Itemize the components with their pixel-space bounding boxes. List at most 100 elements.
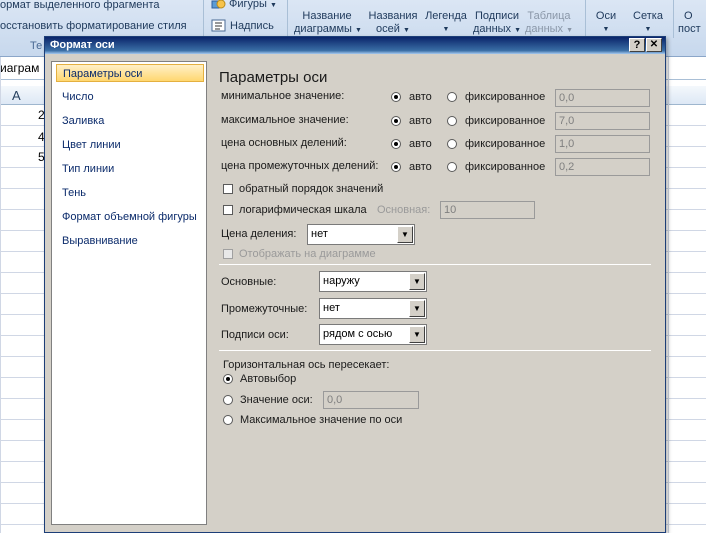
legend-button[interactable]: Легенда ▼ bbox=[423, 10, 469, 36]
dropdown-arrow-icon: ▼ bbox=[644, 26, 652, 33]
reset-style-button[interactable]: осстановить форматирование стиля bbox=[0, 20, 187, 32]
reverse-order-label: обратный порядок значений bbox=[239, 183, 384, 195]
nav-item-axis-options[interactable]: Параметры оси bbox=[56, 64, 204, 82]
minor-unit-auto-label: авто bbox=[409, 161, 432, 173]
max-fixed-radio[interactable] bbox=[447, 116, 457, 126]
column-header-a[interactable]: A bbox=[12, 88, 21, 103]
divider bbox=[219, 264, 651, 265]
nav-item-3d-format[interactable]: Формат объемной фигуры bbox=[56, 208, 204, 226]
max-value-label: максимальное значение: bbox=[221, 114, 349, 126]
nav-item-line-style[interactable]: Тип линии bbox=[56, 160, 204, 178]
chart-title-label-1: Название bbox=[302, 10, 352, 22]
max-auto-radio[interactable] bbox=[391, 116, 401, 126]
dialog-body: Параметры оси Число Заливка Цвет линии Т… bbox=[45, 54, 665, 532]
minor-unit-field[interactable]: 0,2 bbox=[555, 158, 650, 176]
nav-item-shadow[interactable]: Тень bbox=[56, 184, 204, 202]
ribbon-separator bbox=[673, 0, 674, 38]
minor-unit-fixed-radio[interactable] bbox=[447, 162, 457, 172]
log-base-field[interactable]: 10 bbox=[440, 201, 535, 219]
chart-title-button[interactable]: Название диаграммы ▼ bbox=[294, 10, 362, 37]
data-table-button[interactable]: Таблица данных ▼ bbox=[524, 10, 574, 37]
data-labels-button[interactable]: Подписи данных ▼ bbox=[471, 10, 523, 37]
minor-unit-label: цена промежуточных делений: bbox=[221, 160, 379, 172]
axis-titles-button[interactable]: Названия осей ▼ bbox=[364, 10, 422, 37]
data-labels-label-1: Подписи bbox=[475, 10, 519, 22]
reverse-order-checkbox[interactable] bbox=[223, 184, 233, 194]
nav-item-number[interactable]: Число bbox=[56, 88, 204, 106]
textbox-button[interactable]: Надпись bbox=[230, 20, 274, 32]
textbox-icon bbox=[211, 19, 226, 32]
axis-labels-select[interactable]: рядом с осью ▼ bbox=[319, 324, 427, 345]
major-unit-auto-radio[interactable] bbox=[391, 139, 401, 149]
chevron-down-icon[interactable]: ▼ bbox=[397, 226, 413, 243]
major-unit-fixed-radio[interactable] bbox=[447, 139, 457, 149]
axes-button[interactable]: Оси ▼ bbox=[590, 10, 622, 36]
min-auto-radio[interactable] bbox=[391, 92, 401, 102]
dialog-title: Формат оси bbox=[50, 39, 115, 51]
ribbon-separator bbox=[287, 0, 288, 38]
chevron-down-icon[interactable]: ▼ bbox=[409, 300, 425, 317]
panel-title: Параметры оси bbox=[219, 69, 328, 86]
axis-options-panel: Параметры оси минимальное значение: авто… bbox=[215, 61, 659, 525]
crosses-auto-radio[interactable] bbox=[223, 374, 233, 384]
dropdown-arrow-icon: ▼ bbox=[269, 2, 277, 9]
min-fixed-radio[interactable] bbox=[447, 92, 457, 102]
log-scale-checkbox[interactable] bbox=[223, 205, 233, 215]
legend-label: Легенда bbox=[425, 10, 467, 22]
axes-label: Оси bbox=[595, 10, 617, 22]
axis-labels-label: Подписи оси: bbox=[221, 329, 289, 341]
crosses-value-field[interactable]: 0,0 bbox=[323, 391, 419, 409]
major-tick-label: Основные: bbox=[221, 276, 277, 288]
nav-item-fill[interactable]: Заливка bbox=[56, 112, 204, 130]
dropdown-arrow-icon: ▼ bbox=[566, 27, 574, 34]
format-axis-dialog: Формат оси ? ✕ Параметры оси Число Залив… bbox=[44, 36, 666, 533]
max-fixed-label: фиксированное bbox=[465, 115, 546, 127]
dropdown-arrow-icon: ▼ bbox=[355, 27, 362, 34]
dropdown-arrow-icon: ▼ bbox=[602, 26, 610, 33]
format-selection-button[interactable]: ормат выделенного фрагмента bbox=[0, 0, 160, 11]
min-value-field[interactable]: 0,0 bbox=[555, 89, 650, 107]
name-box[interactable]: иаграм bbox=[0, 61, 39, 75]
display-units-select[interactable]: нет ▼ bbox=[307, 224, 415, 245]
major-unit-auto-label: авто bbox=[409, 138, 432, 150]
help-button[interactable]: ? bbox=[629, 38, 645, 52]
minor-tick-select[interactable]: нет ▼ bbox=[319, 298, 427, 319]
min-auto-label: авто bbox=[409, 91, 432, 103]
minor-unit-auto-radio[interactable] bbox=[391, 162, 401, 172]
major-unit-field[interactable]: 1,0 bbox=[555, 135, 650, 153]
chevron-down-icon[interactable]: ▼ bbox=[409, 273, 425, 290]
plot-area-label-1: О bbox=[684, 10, 693, 22]
log-base-label: Основная: bbox=[377, 204, 431, 216]
show-on-chart-checkbox[interactable] bbox=[223, 249, 233, 259]
data-labels-label-2: данных bbox=[472, 23, 512, 35]
data-table-label-1: Таблица bbox=[527, 10, 571, 22]
plot-area-label-2: пост bbox=[678, 23, 701, 35]
major-tick-select[interactable]: наружу ▼ bbox=[319, 271, 427, 292]
log-scale-label: логарифмическая шкала bbox=[239, 204, 367, 216]
minor-tick-value: нет bbox=[323, 302, 340, 314]
max-value-field[interactable]: 7,0 bbox=[555, 112, 650, 130]
display-units-value: нет bbox=[311, 228, 328, 240]
crosses-max-radio[interactable] bbox=[223, 415, 233, 425]
chevron-down-icon[interactable]: ▼ bbox=[409, 326, 425, 343]
close-button[interactable]: ✕ bbox=[646, 38, 662, 52]
chart-title-label-2: диаграммы bbox=[294, 23, 352, 35]
dialog-titlebar[interactable]: Формат оси ? ✕ bbox=[45, 37, 665, 54]
major-unit-label: цена основных делений: bbox=[221, 137, 347, 149]
gridlines-label: Сетка bbox=[633, 10, 663, 22]
dropdown-arrow-icon: ▼ bbox=[403, 27, 410, 34]
nav-item-line-color[interactable]: Цвет линии bbox=[56, 136, 204, 154]
crosses-value-radio[interactable] bbox=[223, 395, 233, 405]
dropdown-arrow-icon: ▼ bbox=[442, 26, 450, 33]
gridlines-button[interactable]: Сетка ▼ bbox=[628, 10, 668, 36]
dropdown-arrow-icon: ▼ bbox=[514, 27, 522, 34]
nav-item-alignment[interactable]: Выравнивание bbox=[56, 232, 204, 250]
shapes-button[interactable]: Фигуры ▼ bbox=[229, 0, 277, 10]
crosses-label: Горизонтальная ось пересекает: bbox=[223, 359, 390, 371]
category-list: Параметры оси Число Заливка Цвет линии Т… bbox=[51, 61, 207, 525]
plot-area-button[interactable]: О пост bbox=[678, 10, 706, 36]
ribbon-separator bbox=[203, 0, 204, 38]
minor-tick-label: Промежуточные: bbox=[221, 303, 308, 315]
major-unit-fixed-label: фиксированное bbox=[465, 138, 546, 150]
ribbon-separator bbox=[585, 0, 586, 38]
